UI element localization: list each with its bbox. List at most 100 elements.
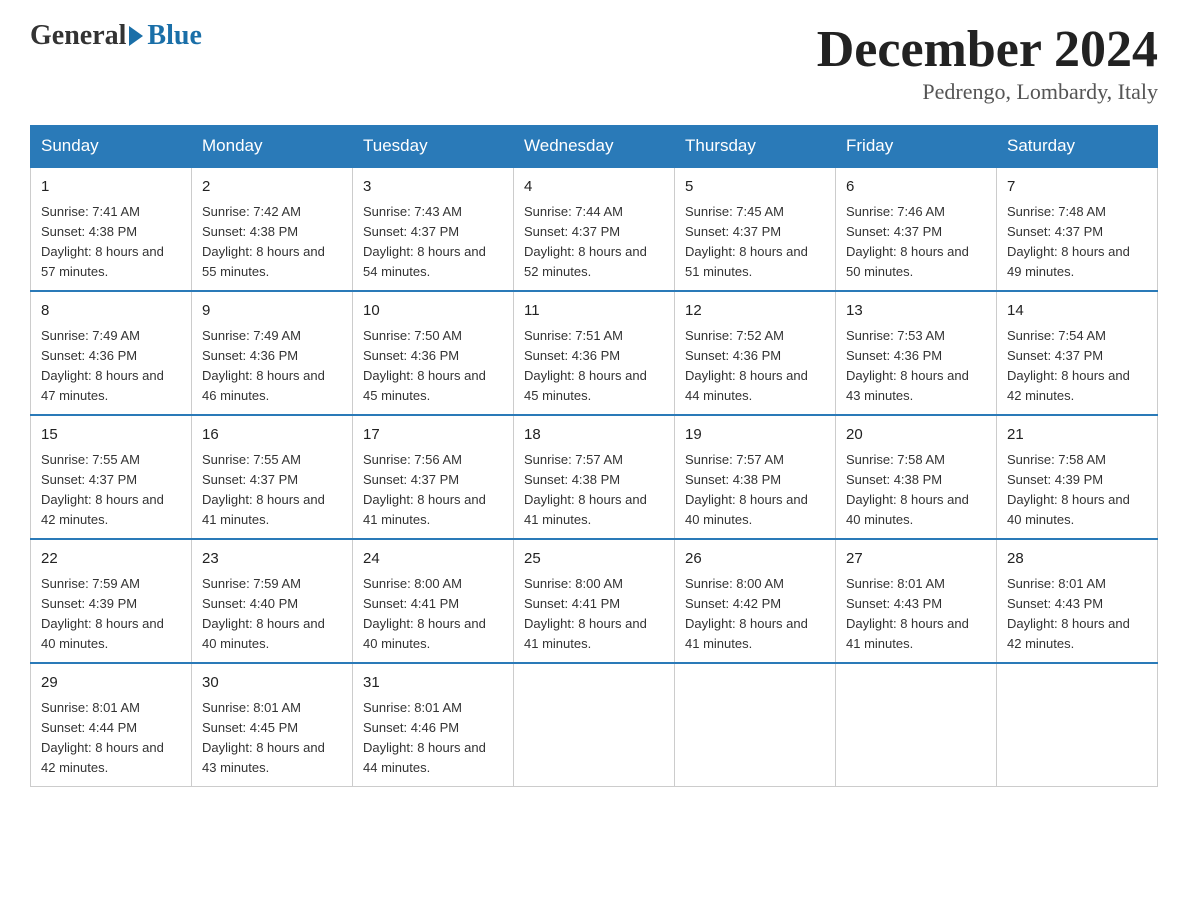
calendar-cell: 18Sunrise: 7:57 AMSunset: 4:38 PMDayligh…	[514, 415, 675, 539]
calendar-week-row: 15 Sunrise: 7:55 AMSunset: 4:37 PMDayligh…	[31, 415, 1158, 539]
day-info: Sunrise: 7:48 AMSunset: 4:37 PMDaylight:…	[1007, 202, 1147, 283]
calendar-col-monday: Monday	[192, 126, 353, 168]
day-number: 3	[363, 176, 503, 199]
page-header: General Blue December 2024 Pedrengo, Lom…	[30, 20, 1158, 105]
calendar-col-sunday: Sunday	[31, 126, 192, 168]
day-info: Sunrise: 7:59 AMSunset: 4:39 PMDaylight:…	[41, 574, 181, 655]
calendar-cell: 6 Sunrise: 7:46 AMSunset: 4:37 PMDaylight…	[836, 167, 997, 291]
calendar-cell: 11 Sunrise: 7:51 AMSunset: 4:36 PMDayligh…	[514, 291, 675, 415]
calendar-col-friday: Friday	[836, 126, 997, 168]
day-number: 27	[846, 548, 986, 571]
calendar-cell: 27 Sunrise: 8:01 AMSunset: 4:43 PMDayligh…	[836, 539, 997, 663]
calendar-cell	[997, 663, 1158, 787]
day-number: 2	[202, 176, 342, 199]
day-info: Sunrise: 7:44 AMSunset: 4:37 PMDaylight:…	[524, 202, 664, 283]
calendar-cell: 17 Sunrise: 7:56 AMSunset: 4:37 PMDayligh…	[353, 415, 514, 539]
day-number: 22	[41, 548, 181, 571]
day-number: 8	[41, 300, 181, 323]
day-number: 25	[524, 548, 664, 571]
calendar-cell: 13 Sunrise: 7:53 AMSunset: 4:36 PMDayligh…	[836, 291, 997, 415]
day-info: Sunrise: 7:58 AMSunset: 4:39 PMDaylight:…	[1007, 450, 1147, 531]
day-info: Sunrise: 7:41 AMSunset: 4:38 PMDaylight:…	[41, 202, 181, 283]
day-info: Sunrise: 7:58 AMSunset: 4:38 PMDaylight:…	[846, 450, 986, 531]
calendar-col-thursday: Thursday	[675, 126, 836, 168]
calendar-cell: 28 Sunrise: 8:01 AMSunset: 4:43 PMDayligh…	[997, 539, 1158, 663]
calendar-cell	[836, 663, 997, 787]
day-info: Sunrise: 7:43 AMSunset: 4:37 PMDaylight:…	[363, 202, 503, 283]
calendar-cell: 30 Sunrise: 8:01 AMSunset: 4:45 PMDayligh…	[192, 663, 353, 787]
day-info: Sunrise: 7:42 AMSunset: 4:38 PMDaylight:…	[202, 202, 342, 283]
day-number: 11	[524, 300, 664, 323]
day-number: 13	[846, 300, 986, 323]
day-info: Sunrise: 7:49 AMSunset: 4:36 PMDaylight:…	[202, 326, 342, 407]
day-info: Sunrise: 8:00 AMSunset: 4:41 PMDaylight:…	[524, 574, 664, 655]
calendar-cell: 12Sunrise: 7:52 AMSunset: 4:36 PMDayligh…	[675, 291, 836, 415]
logo: General Blue	[30, 20, 202, 52]
calendar-cell: 14 Sunrise: 7:54 AMSunset: 4:37 PMDayligh…	[997, 291, 1158, 415]
calendar-col-saturday: Saturday	[997, 126, 1158, 168]
day-number: 10	[363, 300, 503, 323]
calendar-cell: 31 Sunrise: 8:01 AMSunset: 4:46 PMDayligh…	[353, 663, 514, 787]
calendar-col-wednesday: Wednesday	[514, 126, 675, 168]
day-number: 21	[1007, 424, 1147, 447]
calendar-table: SundayMondayTuesdayWednesdayThursdayFrid…	[30, 125, 1158, 787]
day-number: 15	[41, 424, 181, 447]
month-title: December 2024	[817, 20, 1158, 79]
day-number: 6	[846, 176, 986, 199]
calendar-week-row: 29 Sunrise: 8:01 AMSunset: 4:44 PMDayligh…	[31, 663, 1158, 787]
calendar-cell: 24Sunrise: 8:00 AMSunset: 4:41 PMDayligh…	[353, 539, 514, 663]
calendar-week-row: 8 Sunrise: 7:49 AMSunset: 4:36 PMDaylight…	[31, 291, 1158, 415]
calendar-cell	[514, 663, 675, 787]
day-info: Sunrise: 8:01 AMSunset: 4:43 PMDaylight:…	[846, 574, 986, 655]
day-number: 31	[363, 672, 503, 695]
logo-general-text: General	[30, 20, 126, 52]
day-number: 9	[202, 300, 342, 323]
calendar-cell: 19 Sunrise: 7:57 AMSunset: 4:38 PMDayligh…	[675, 415, 836, 539]
day-number: 17	[363, 424, 503, 447]
calendar-header-row: SundayMondayTuesdayWednesdayThursdayFrid…	[31, 126, 1158, 168]
calendar-week-row: 1 Sunrise: 7:41 AMSunset: 4:38 PMDaylight…	[31, 167, 1158, 291]
day-number: 16	[202, 424, 342, 447]
day-number: 7	[1007, 176, 1147, 199]
day-info: Sunrise: 7:51 AMSunset: 4:36 PMDaylight:…	[524, 326, 664, 407]
logo-triangle-icon	[129, 26, 143, 46]
day-info: Sunrise: 7:46 AMSunset: 4:37 PMDaylight:…	[846, 202, 986, 283]
calendar-cell: 1 Sunrise: 7:41 AMSunset: 4:38 PMDaylight…	[31, 167, 192, 291]
day-number: 18	[524, 424, 664, 447]
location-subtitle: Pedrengo, Lombardy, Italy	[817, 79, 1158, 105]
day-info: Sunrise: 7:55 AMSunset: 4:37 PMDaylight:…	[202, 450, 342, 531]
day-number: 1	[41, 176, 181, 199]
calendar-cell	[675, 663, 836, 787]
day-number: 14	[1007, 300, 1147, 323]
calendar-week-row: 22 Sunrise: 7:59 AMSunset: 4:39 PMDayligh…	[31, 539, 1158, 663]
day-info: Sunrise: 7:56 AMSunset: 4:37 PMDaylight:…	[363, 450, 503, 531]
day-info: Sunrise: 7:54 AMSunset: 4:37 PMDaylight:…	[1007, 326, 1147, 407]
calendar-cell: 25 Sunrise: 8:00 AMSunset: 4:41 PMDayligh…	[514, 539, 675, 663]
day-info: Sunrise: 8:01 AMSunset: 4:43 PMDaylight:…	[1007, 574, 1147, 655]
day-number: 30	[202, 672, 342, 695]
calendar-cell: 5Sunrise: 7:45 AMSunset: 4:37 PMDaylight…	[675, 167, 836, 291]
day-number: 24	[363, 548, 503, 571]
calendar-col-tuesday: Tuesday	[353, 126, 514, 168]
day-info: Sunrise: 8:01 AMSunset: 4:44 PMDaylight:…	[41, 698, 181, 779]
logo-top: General Blue	[30, 20, 202, 52]
day-number: 26	[685, 548, 825, 571]
calendar-cell: 26Sunrise: 8:00 AMSunset: 4:42 PMDayligh…	[675, 539, 836, 663]
calendar-cell: 4Sunrise: 7:44 AMSunset: 4:37 PMDaylight…	[514, 167, 675, 291]
day-info: Sunrise: 8:01 AMSunset: 4:46 PMDaylight:…	[363, 698, 503, 779]
day-info: Sunrise: 7:50 AMSunset: 4:36 PMDaylight:…	[363, 326, 503, 407]
day-info: Sunrise: 8:01 AMSunset: 4:45 PMDaylight:…	[202, 698, 342, 779]
day-info: Sunrise: 7:49 AMSunset: 4:36 PMDaylight:…	[41, 326, 181, 407]
day-number: 28	[1007, 548, 1147, 571]
day-info: Sunrise: 7:57 AMSunset: 4:38 PMDaylight:…	[685, 450, 825, 531]
day-number: 19	[685, 424, 825, 447]
day-number: 23	[202, 548, 342, 571]
day-number: 5	[685, 176, 825, 199]
title-block: December 2024 Pedrengo, Lombardy, Italy	[817, 20, 1158, 105]
day-info: Sunrise: 7:53 AMSunset: 4:36 PMDaylight:…	[846, 326, 986, 407]
logo-blue-text: Blue	[147, 20, 201, 52]
calendar-cell: 16 Sunrise: 7:55 AMSunset: 4:37 PMDayligh…	[192, 415, 353, 539]
calendar-cell: 8 Sunrise: 7:49 AMSunset: 4:36 PMDaylight…	[31, 291, 192, 415]
day-number: 29	[41, 672, 181, 695]
calendar-cell: 2 Sunrise: 7:42 AMSunset: 4:38 PMDaylight…	[192, 167, 353, 291]
